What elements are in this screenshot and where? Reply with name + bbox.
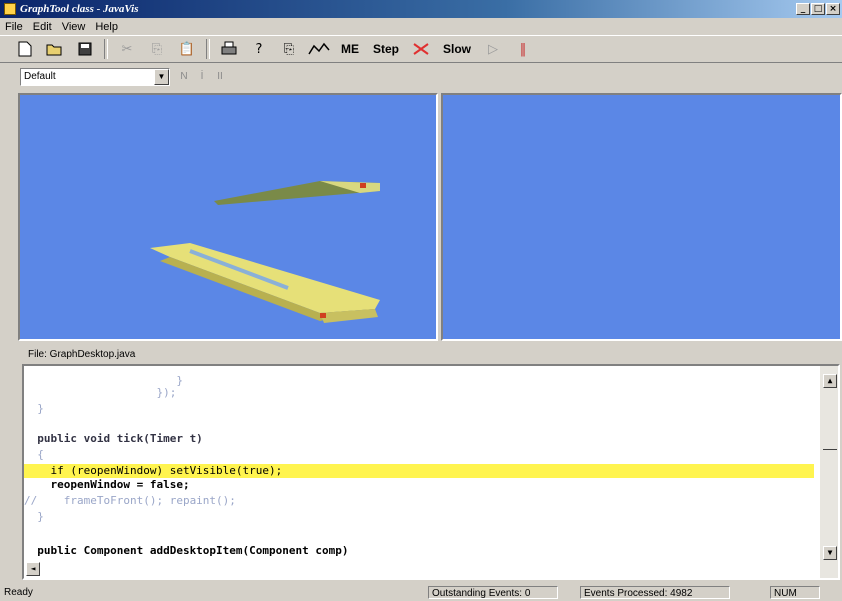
paste-icon[interactable]: 📋 [176,38,198,60]
new-icon[interactable] [14,38,36,60]
processed-label: Events Processed: [584,588,668,599]
print-icon[interactable] [218,38,240,60]
me-button[interactable]: ME [338,38,362,60]
maximize-button[interactable]: □ [811,3,825,15]
graph-icon[interactable] [308,38,330,60]
code-line: public Component addDesktopItem(Componen… [24,544,349,557]
help-icon[interactable]: ? [248,38,270,60]
events-processed: Events Processed: 4982 [580,586,730,599]
view-select[interactable]: Default ▼ [20,67,170,86]
code-line: }); [24,386,177,399]
toolbar: ✂ ⎘ 📋 ? ⎘ ME Step Slow ▷ ‖ [0,35,842,63]
viewport-3d-right[interactable] [441,93,842,341]
nav-button-ii[interactable]: II [214,71,226,82]
code-editor[interactable]: } }); } public void tick(Timer t) { if (… [22,364,840,580]
play-icon[interactable]: ▷ [482,38,504,60]
processed-value: 4982 [670,588,693,599]
option-bar: Default ▼ N İ II [0,63,842,90]
scroll-down-icon[interactable]: ▼ [823,546,837,560]
menu-bar: File Edit View Help [0,18,842,35]
viewport-3d-left[interactable] [18,93,438,341]
view-select-value: Default [24,71,56,82]
minimize-button[interactable]: _ [796,3,810,15]
outstanding-value: 0 [524,588,531,599]
scroll-thumb[interactable] [823,444,837,450]
open-icon[interactable] [44,38,66,60]
code-line: { [24,448,44,461]
menu-help[interactable]: Help [90,21,123,33]
file-label: File: GraphDesktop.java [28,349,136,360]
current-line-highlight: if (reopenWindow) setVisible(true); [24,464,814,478]
nav-button-i[interactable]: İ [196,71,208,82]
code-line: reopenWindow = false; [24,478,190,491]
scene-graphic [150,181,380,323]
step-button[interactable]: Step [370,38,402,60]
pause-icon[interactable]: ‖ [512,38,534,60]
save-icon[interactable] [74,38,96,60]
status-bar: Ready Outstanding Events: 0 Events Proce… [0,584,842,601]
slow-button[interactable]: Slow [440,38,474,60]
chevron-down-icon[interactable]: ▼ [154,68,169,85]
close-button[interactable]: × [826,3,840,15]
code-line: } [24,402,44,415]
scroll-up-icon[interactable]: ▲ [823,374,837,388]
outstanding-label: Outstanding Events: [432,588,523,599]
nav-button-n[interactable]: N [178,71,190,82]
window-title: GraphTool class - JavaVis [20,3,139,15]
menu-edit[interactable]: Edit [28,21,57,33]
code-line: public void tick(Timer t) [24,432,203,445]
num-indicator: NUM [770,586,820,599]
vertical-scrollbar[interactable]: ▲ ▼ [820,366,838,578]
cut-icon[interactable]: ✂ [116,38,138,60]
title-bar: GraphTool class - JavaVis _ □ × [0,0,842,18]
outstanding-events: Outstanding Events: 0 [428,586,558,599]
menu-view[interactable]: View [57,21,91,33]
scroll-left-icon[interactable]: ◄ [26,562,40,576]
menu-file[interactable]: File [0,21,28,33]
status-text: Ready [4,587,33,598]
toolbar-separator [104,39,108,59]
code-line: // frameToFront(); repaint(); [24,494,236,507]
toolbar-separator [206,39,210,59]
stop-icon[interactable] [410,38,432,60]
code-line: } [24,510,44,523]
app-icon [4,3,16,15]
export-icon[interactable]: ⎘ [278,38,300,60]
copy-icon[interactable]: ⎘ [146,38,168,60]
